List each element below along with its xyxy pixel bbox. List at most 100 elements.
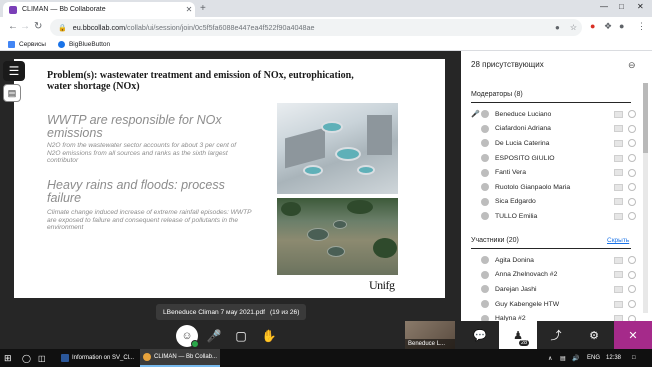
- menu-kebab-icon[interactable]: ⋮: [637, 21, 646, 32]
- taskbar-app-label: CLIMAN — Bb Collab...: [154, 354, 218, 360]
- status-available-icon: [191, 340, 199, 348]
- new-tab-button[interactable]: +: [200, 3, 206, 14]
- back-icon[interactable]: ←: [8, 21, 18, 32]
- content-share-button[interactable]: ▤: [3, 84, 21, 102]
- camera-status-icon: [614, 285, 623, 293]
- address-bar[interactable]: 🔒 eu.bbcollab.com/collab/ui/session/join…: [50, 19, 582, 36]
- moderator-row[interactable]: Fanti Vera: [471, 165, 636, 180]
- attendees-button[interactable]: ♟ 28: [499, 321, 537, 349]
- camera-status-icon: [614, 271, 623, 279]
- close-window-icon[interactable]: ✕: [637, 2, 644, 11]
- url-host: eu.bbcollab.com: [72, 23, 126, 32]
- attendee-options-icon[interactable]: [628, 168, 636, 177]
- attendee-name: Agita Donina: [495, 256, 534, 264]
- attendee-options-icon[interactable]: [628, 212, 636, 221]
- moderators-section-header: Модераторы (8): [471, 91, 523, 98]
- moderator-row[interactable]: Sica Edgardo: [471, 195, 636, 210]
- attendee-options-icon[interactable]: [628, 154, 636, 163]
- taskbar-app-word[interactable]: Information on SV_Cl...: [58, 349, 138, 367]
- attendees-panel: 28 присутствующих ⊖ Модераторы (8) 🎤 Bene…: [461, 51, 652, 349]
- presentation-slide: Problem(s): wastewater treatment and emi…: [14, 59, 445, 298]
- reload-icon[interactable]: ↻: [34, 21, 42, 32]
- camera-status-icon: [614, 183, 623, 191]
- extensions-puzzle-icon[interactable]: ❖: [604, 21, 612, 32]
- share-content-button[interactable]: ⤴: [537, 321, 575, 349]
- url-text: eu.bbcollab.com/collab/ui/session/join/0…: [73, 23, 550, 32]
- participant-row[interactable]: Guy Kabengele HTW: [471, 297, 636, 312]
- attendee-name: Fanti Vera: [495, 169, 526, 177]
- bookmark-label: Сервисы: [19, 40, 46, 48]
- camera-status-icon: [614, 198, 623, 206]
- url-path: /collab/ui/session/join/0c5f5fa6088e447e…: [125, 23, 315, 32]
- attendee-avatar: [481, 270, 489, 279]
- attendee-options-icon[interactable]: [628, 256, 636, 265]
- camera-permission-icon[interactable]: ●: [555, 23, 560, 32]
- moderator-row[interactable]: Ciafardoni Adriana: [471, 122, 636, 137]
- attendee-name: TULLO Emilia: [495, 212, 538, 220]
- slide-heading-emissions: WWTP are responsible for NOx emissions: [47, 113, 222, 140]
- bookmark-bigbluebutton[interactable]: BigBlueButton: [57, 40, 110, 48]
- microphone-off-button[interactable]: 🎤: [203, 325, 225, 347]
- network-icon[interactable]: ▤: [560, 349, 566, 367]
- minimize-window-icon[interactable]: —: [600, 2, 608, 11]
- attendee-avatar: [481, 197, 489, 206]
- attendee-name: Sica Edgardo: [495, 198, 536, 206]
- camera-status-icon: [614, 256, 623, 264]
- attendees-scrollbar[interactable]: [643, 83, 648, 313]
- session-menu-button[interactable]: ☰: [3, 61, 25, 81]
- profile-icon[interactable]: ●: [619, 21, 624, 31]
- tray-chevron-icon[interactable]: ∧: [548, 349, 552, 367]
- extension-icon[interactable]: ●: [590, 21, 595, 31]
- scrollbar-thumb[interactable]: [643, 83, 648, 153]
- moderator-row[interactable]: ESPOSITO GIULIO: [471, 151, 636, 166]
- taskbar-app-chrome[interactable]: CLIMAN — Bb Collab...: [140, 349, 220, 367]
- camera-status-icon: [614, 169, 623, 177]
- clock[interactable]: 12:38: [606, 349, 621, 367]
- moderator-row[interactable]: 🎤 Beneduce Luciano: [471, 107, 636, 122]
- panel-options-icon[interactable]: ⊖: [628, 60, 636, 71]
- caption-page-counter: (19 из 26): [269, 308, 300, 316]
- attendee-options-icon[interactable]: [628, 270, 636, 279]
- search-icon[interactable]: ◯: [22, 349, 31, 367]
- attendee-name: ESPOSITO GIULIO: [495, 154, 555, 162]
- attendee-options-icon[interactable]: [628, 183, 636, 192]
- language-indicator[interactable]: ENG: [587, 349, 600, 367]
- attendee-options-icon[interactable]: [628, 197, 636, 206]
- moderator-row[interactable]: De Lucia Caterina: [471, 136, 636, 151]
- attendee-options-icon[interactable]: [628, 285, 636, 294]
- attendee-avatar: [481, 124, 489, 133]
- chat-button[interactable]: 💬: [461, 321, 499, 349]
- browser-tab[interactable]: CLIMAN — Bb Collaborate ✕: [3, 2, 195, 17]
- bookmarks-bar: Сервисы BigBlueButton: [0, 38, 652, 51]
- participant-row[interactable]: Agita Donina: [471, 253, 636, 268]
- speaking-microphone-icon: 🎤: [471, 111, 480, 119]
- notifications-icon[interactable]: □: [632, 349, 636, 367]
- hide-participants-link[interactable]: Скрыть: [607, 237, 629, 244]
- maximize-window-icon[interactable]: □: [619, 2, 624, 11]
- task-view-icon[interactable]: ◫: [38, 349, 46, 367]
- settings-gear-icon[interactable]: ⚙: [575, 321, 613, 349]
- camera-off-button[interactable]: ▢: [230, 325, 252, 347]
- attendee-options-icon[interactable]: [628, 300, 636, 309]
- forward-icon[interactable]: →: [20, 21, 30, 32]
- close-panel-icon[interactable]: ✕: [614, 321, 652, 349]
- participant-row[interactable]: Anna Zhelnovach #2: [471, 268, 636, 283]
- user-avatar-icon: ☺: [181, 330, 193, 342]
- attendee-options-icon[interactable]: [628, 139, 636, 148]
- attendee-options-icon[interactable]: [628, 110, 636, 119]
- tab-title: CLIMAN — Bb Collaborate: [22, 6, 106, 13]
- bookmark-star-icon[interactable]: ☆: [570, 23, 577, 32]
- windows-start-icon[interactable]: ⊞: [4, 349, 12, 367]
- bookmark-services[interactable]: Сервисы: [8, 40, 46, 48]
- participant-row[interactable]: Darejan Jashi: [471, 282, 636, 297]
- moderator-row[interactable]: TULLO Emilia: [471, 209, 636, 224]
- tab-close-icon[interactable]: ✕: [183, 5, 195, 14]
- attendee-avatar: [481, 300, 489, 309]
- presenter-video-tile[interactable]: Beneduce L...: [405, 321, 455, 349]
- raise-hand-button[interactable]: ✋: [258, 325, 280, 347]
- volume-icon[interactable]: 🔊: [572, 349, 579, 367]
- lock-icon[interactable]: 🔒: [58, 24, 67, 32]
- attendee-options-icon[interactable]: [628, 124, 636, 133]
- moderator-row[interactable]: Ruotolo Gianpaolo Maria: [471, 180, 636, 195]
- my-status-button[interactable]: ☺: [176, 325, 199, 348]
